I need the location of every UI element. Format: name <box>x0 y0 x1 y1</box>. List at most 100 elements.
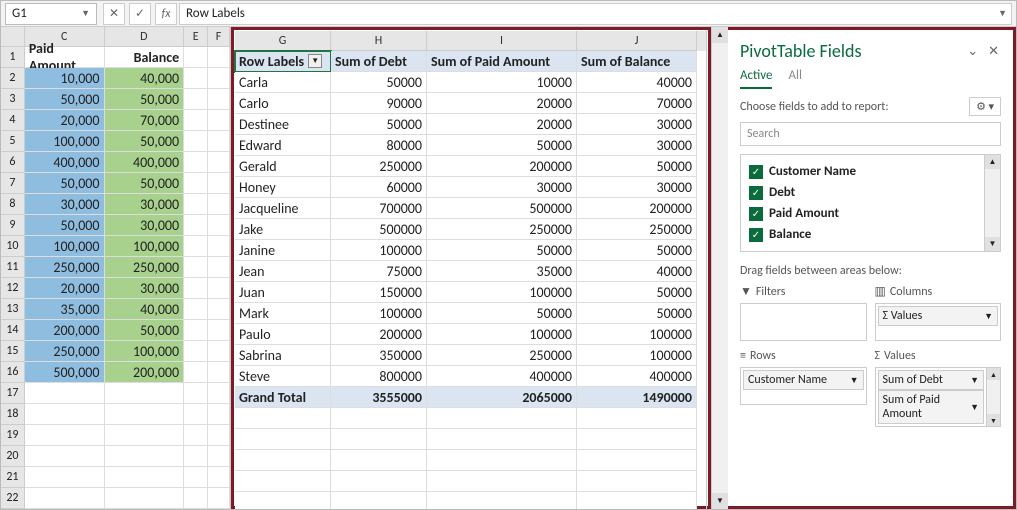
cell[interactable]: 30,000 <box>25 194 105 215</box>
row-header[interactable]: 19 <box>1 425 25 446</box>
pivot-cell[interactable]: 50000 <box>577 303 697 324</box>
header-paid[interactable]: Paid Amount <box>25 47 105 68</box>
field-item[interactable]: ✓Paid Amount <box>745 203 996 224</box>
chevron-down-icon[interactable]: ▼ <box>850 375 859 386</box>
cell[interactable]: 50,000 <box>105 131 185 152</box>
pivot-row-labels-header[interactable]: Row Labels▼ <box>235 51 331 72</box>
cell[interactable]: 70,000 <box>105 110 185 131</box>
cell[interactable]: 50,000 <box>25 215 105 236</box>
pivot-cell[interactable]: 150000 <box>331 282 427 303</box>
pivot-cell[interactable]: 30000 <box>577 177 697 198</box>
vertical-scrollbar[interactable]: ▲ ▼ <box>711 27 728 509</box>
pivot-cell[interactable]: 400000 <box>427 366 577 387</box>
scroll-down-icon[interactable]: ▼ <box>985 237 1000 251</box>
pivot-row-label[interactable]: Steve <box>235 366 331 387</box>
row-header[interactable]: 17 <box>1 383 25 404</box>
pivot-cell[interactable]: 250000 <box>427 219 577 240</box>
search-input[interactable]: Search <box>740 122 1001 146</box>
pivot-cell[interactable]: 10000 <box>427 72 577 93</box>
pivot-row-label[interactable]: Mark <box>235 303 331 324</box>
pivot-cell[interactable]: 40000 <box>577 261 697 282</box>
pivot-row-label[interactable]: Destinee <box>235 114 331 135</box>
pivot-cell[interactable]: 800000 <box>331 366 427 387</box>
cell[interactable]: 100,000 <box>105 341 185 362</box>
col-header-g[interactable]: G <box>235 31 331 51</box>
pivot-row-label[interactable]: Jean <box>235 261 331 282</box>
row-header[interactable]: 14 <box>1 320 25 341</box>
scroll-up-icon[interactable]: ▲ <box>987 368 1000 380</box>
pivot-cell[interactable]: 100000 <box>427 282 577 303</box>
row-header[interactable]: 18 <box>1 404 25 425</box>
pivot-row-label[interactable]: Jacqueline <box>235 198 331 219</box>
pivot-row-label[interactable]: Paulo <box>235 324 331 345</box>
scroll-up-icon[interactable]: ▲ <box>985 155 1000 169</box>
pivot-row-label[interactable]: Janine <box>235 240 331 261</box>
scroll-down-icon[interactable]: ▼ <box>987 414 1000 426</box>
rows-pill[interactable]: Customer Name▼ <box>743 370 864 390</box>
pivot-cell[interactable]: 700000 <box>331 198 427 219</box>
pivot-cell[interactable]: 100000 <box>577 345 697 366</box>
pivot-cell[interactable]: 400000 <box>577 366 697 387</box>
values-scrollbar[interactable]: ▲ ▼ <box>986 368 1000 426</box>
pivot-cell[interactable]: 500000 <box>427 198 577 219</box>
cell[interactable]: 50,000 <box>105 173 185 194</box>
chevron-down-icon[interactable]: ▼ <box>970 375 979 386</box>
pivot-cell[interactable]: 250000 <box>577 219 697 240</box>
pivot-cell[interactable]: 100000 <box>577 324 697 345</box>
grand-total-label[interactable]: Grand Total <box>235 387 331 408</box>
pivot-cell[interactable]: 75000 <box>331 261 427 282</box>
row-header[interactable]: 3 <box>1 89 25 110</box>
cell[interactable]: 40,000 <box>105 68 185 89</box>
col-header-j[interactable]: J <box>577 31 697 51</box>
scroll-up-icon[interactable]: ▲ <box>712 27 728 43</box>
select-all-corner[interactable] <box>1 27 25 47</box>
row-header[interactable]: 11 <box>1 257 25 278</box>
row-header[interactable]: 13 <box>1 299 25 320</box>
checkbox-icon[interactable]: ✓ <box>749 207 763 221</box>
pivot-cell[interactable]: 200000 <box>331 324 427 345</box>
col-header-f[interactable]: F <box>208 27 230 47</box>
pivot-row-label[interactable]: Edward <box>235 135 331 156</box>
pivot-cell[interactable]: 30000 <box>427 177 577 198</box>
cell[interactable]: 250,000 <box>25 341 105 362</box>
pivot-header[interactable]: Sum of Balance <box>577 51 697 72</box>
checkbox-icon[interactable]: ✓ <box>749 165 763 179</box>
fx-icon[interactable]: fx <box>155 3 177 25</box>
cell[interactable]: 400,000 <box>105 152 185 173</box>
pivot-header[interactable]: Sum of Paid Amount <box>427 51 577 72</box>
col-header-i[interactable]: I <box>427 31 577 51</box>
header-balance[interactable]: Balance <box>105 47 185 68</box>
close-icon[interactable]: ✕ <box>988 44 999 59</box>
row-header[interactable]: 20 <box>1 446 25 467</box>
cell[interactable]: 30,000 <box>105 278 185 299</box>
chevron-down-icon[interactable]: ▼ <box>984 311 993 322</box>
row-header[interactable]: 4 <box>1 110 25 131</box>
cell[interactable]: 50,000 <box>25 173 105 194</box>
pivot-cell[interactable]: 50000 <box>577 282 697 303</box>
rows-area[interactable]: ≡Rows Customer Name▼ <box>740 349 867 427</box>
row-header[interactable]: 15 <box>1 341 25 362</box>
scroll-down-icon[interactable]: ▼ <box>712 493 728 509</box>
row-header[interactable]: 7 <box>1 173 25 194</box>
row-header[interactable]: 21 <box>1 467 25 488</box>
col-header-d[interactable]: D <box>105 27 185 47</box>
row-header[interactable]: 9 <box>1 215 25 236</box>
pivot-cell[interactable]: 100000 <box>427 324 577 345</box>
cell[interactable]: 500,000 <box>25 362 105 383</box>
filter-dropdown-icon[interactable]: ▼ <box>308 54 322 68</box>
row-header[interactable]: 10 <box>1 236 25 257</box>
pivot-cell[interactable]: 70000 <box>577 93 697 114</box>
cell[interactable]: 50,000 <box>105 320 185 341</box>
cell[interactable]: 400,000 <box>25 152 105 173</box>
cell[interactable]: 20,000 <box>25 110 105 131</box>
field-list-scrollbar[interactable]: ▲ ▼ <box>984 155 1000 251</box>
pivot-cell[interactable]: 200000 <box>577 198 697 219</box>
cancel-icon[interactable]: ✕ <box>103 3 125 25</box>
pivot-cell[interactable]: 50000 <box>331 72 427 93</box>
pivot-cell[interactable]: 60000 <box>331 177 427 198</box>
gear-icon[interactable]: ⚙ ▾ <box>969 97 1001 116</box>
grand-total-cell[interactable]: 3555000 <box>331 387 427 408</box>
cell[interactable]: 100,000 <box>25 131 105 152</box>
cell[interactable]: 35,000 <box>25 299 105 320</box>
row-header[interactable]: 5 <box>1 131 25 152</box>
